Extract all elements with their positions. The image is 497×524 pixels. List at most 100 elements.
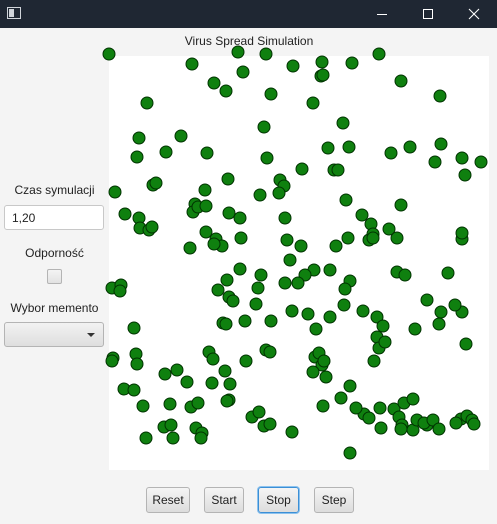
minimize-button[interactable] <box>359 0 405 28</box>
person-dot <box>295 162 309 176</box>
close-icon <box>468 8 480 20</box>
person-dot <box>467 417 481 431</box>
person-dot <box>219 84 233 98</box>
person-dot <box>334 391 348 405</box>
person-dot <box>257 120 271 134</box>
person-dot <box>406 392 420 406</box>
person-dot <box>345 56 359 70</box>
person-dot <box>309 322 323 336</box>
person-dot <box>319 370 333 384</box>
person-dot <box>394 422 408 436</box>
person-dot <box>323 310 337 324</box>
person-dot <box>356 304 370 318</box>
person-dot <box>315 55 329 69</box>
start-button[interactable]: Start <box>204 487 244 513</box>
person-dot <box>394 198 408 212</box>
person-dot <box>355 208 369 222</box>
person-dot <box>163 397 177 411</box>
time-label: Czas symulacji <box>14 183 95 197</box>
person-dot <box>349 401 363 415</box>
person-dot <box>253 188 267 202</box>
person-dot <box>219 317 233 331</box>
reset-button[interactable]: Reset <box>146 487 190 513</box>
person-dot <box>102 47 116 61</box>
person-dot <box>130 357 144 371</box>
person-dot <box>434 305 448 319</box>
person-dot <box>341 231 355 245</box>
person-dot <box>378 335 392 349</box>
person-dot <box>105 354 119 368</box>
person-dot <box>428 155 442 169</box>
immunity-checkbox[interactable] <box>47 269 62 284</box>
person-dot <box>441 266 455 280</box>
person-dot <box>336 116 350 130</box>
person-dot <box>233 211 247 225</box>
simulation-title: Virus Spread Simulation <box>184 34 314 48</box>
stop-button[interactable]: Stop <box>258 487 299 513</box>
person-dot <box>234 231 248 245</box>
person-dot <box>306 96 320 110</box>
person-dot <box>459 337 473 351</box>
person-dot <box>317 354 331 368</box>
person-dot <box>338 282 352 296</box>
maximize-icon <box>423 9 433 19</box>
person-dot <box>272 186 286 200</box>
person-dot <box>249 297 263 311</box>
memento-select[interactable] <box>4 322 104 347</box>
person-dot <box>329 239 343 253</box>
population-layer <box>102 45 488 460</box>
person-dot <box>207 237 221 251</box>
person-dot <box>316 68 330 82</box>
person-dot <box>207 76 221 90</box>
person-dot <box>367 354 381 368</box>
person-dot <box>398 268 412 282</box>
person-dot <box>455 226 469 240</box>
person-dot <box>403 140 417 154</box>
immunity-label: Odporność <box>25 246 84 260</box>
time-input[interactable] <box>4 205 104 230</box>
person-dot <box>372 47 386 61</box>
person-dot <box>200 146 214 160</box>
person-dot <box>420 293 434 307</box>
person-dot <box>343 379 357 393</box>
person-dot <box>343 446 357 460</box>
person-dot <box>264 87 278 101</box>
person-dot <box>432 317 446 331</box>
step-button[interactable]: Step <box>314 487 354 513</box>
maximize-button[interactable] <box>405 0 451 28</box>
person-dot <box>374 421 388 435</box>
memento-label: Wybor memento <box>10 301 99 315</box>
person-dot <box>226 294 240 308</box>
person-dot <box>280 233 294 247</box>
person-dot <box>198 183 212 197</box>
person-dot <box>194 431 208 445</box>
person-dot <box>158 367 172 381</box>
person-dot <box>199 199 213 213</box>
person-dot <box>448 298 462 312</box>
person-dot <box>260 151 274 165</box>
person-dot <box>185 57 199 71</box>
person-dot <box>408 322 422 336</box>
person-dot <box>113 284 127 298</box>
close-button[interactable] <box>451 0 497 28</box>
person-dot <box>283 253 297 267</box>
person-dot <box>164 418 178 432</box>
person-dot <box>455 151 469 165</box>
person-dot <box>166 431 180 445</box>
person-dot <box>373 401 387 415</box>
person-dot <box>159 145 173 159</box>
person-dot <box>366 231 380 245</box>
person-dot <box>434 137 448 151</box>
person-dot <box>278 276 292 290</box>
person-dot <box>321 141 335 155</box>
simulation-canvas <box>102 45 489 470</box>
person-dot <box>183 241 197 255</box>
person-dot <box>140 96 154 110</box>
person-dot <box>205 376 219 390</box>
person-dot <box>384 146 398 160</box>
person-dot <box>118 207 132 221</box>
person-dot <box>432 422 446 436</box>
person-dot <box>342 140 356 154</box>
person-dot <box>294 239 308 253</box>
person-dot <box>136 399 150 413</box>
